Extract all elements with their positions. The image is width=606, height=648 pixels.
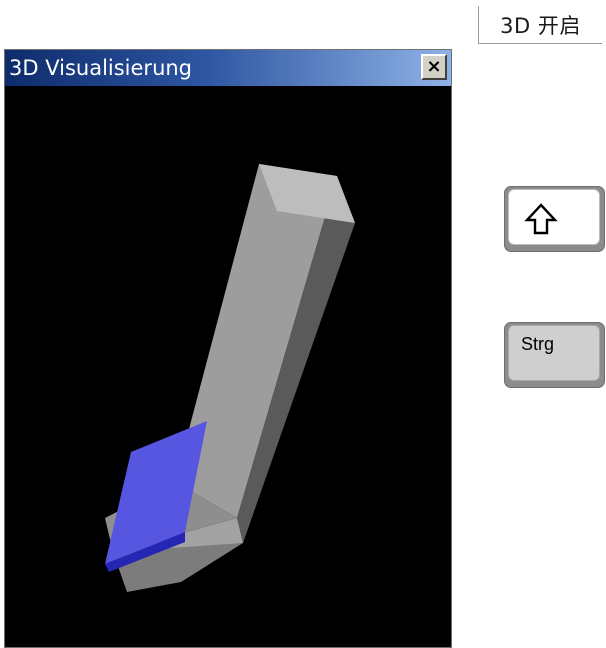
3d-on-label-text: 3D 开启 [500,13,581,38]
strg-key-cap: Strg [508,325,600,381]
tool-model [105,164,355,592]
screen: 3D 开启 3D Visualisierung × Strg [0,0,606,648]
3d-on-label: 3D 开启 [478,6,602,44]
3d-viewport[interactable] [5,86,451,647]
shift-key[interactable] [504,186,605,252]
window-title: 3D Visualisierung [9,56,193,80]
close-icon: × [426,56,442,77]
strg-key[interactable]: Strg [504,322,605,388]
window-title-bar[interactable]: 3D Visualisierung × [5,50,451,86]
strg-key-label: Strg [521,334,555,354]
close-button[interactable]: × [421,54,447,80]
shift-arrow-icon [524,203,558,235]
visualization-window: 3D Visualisierung × [4,49,452,648]
shift-key-cap [508,189,600,245]
